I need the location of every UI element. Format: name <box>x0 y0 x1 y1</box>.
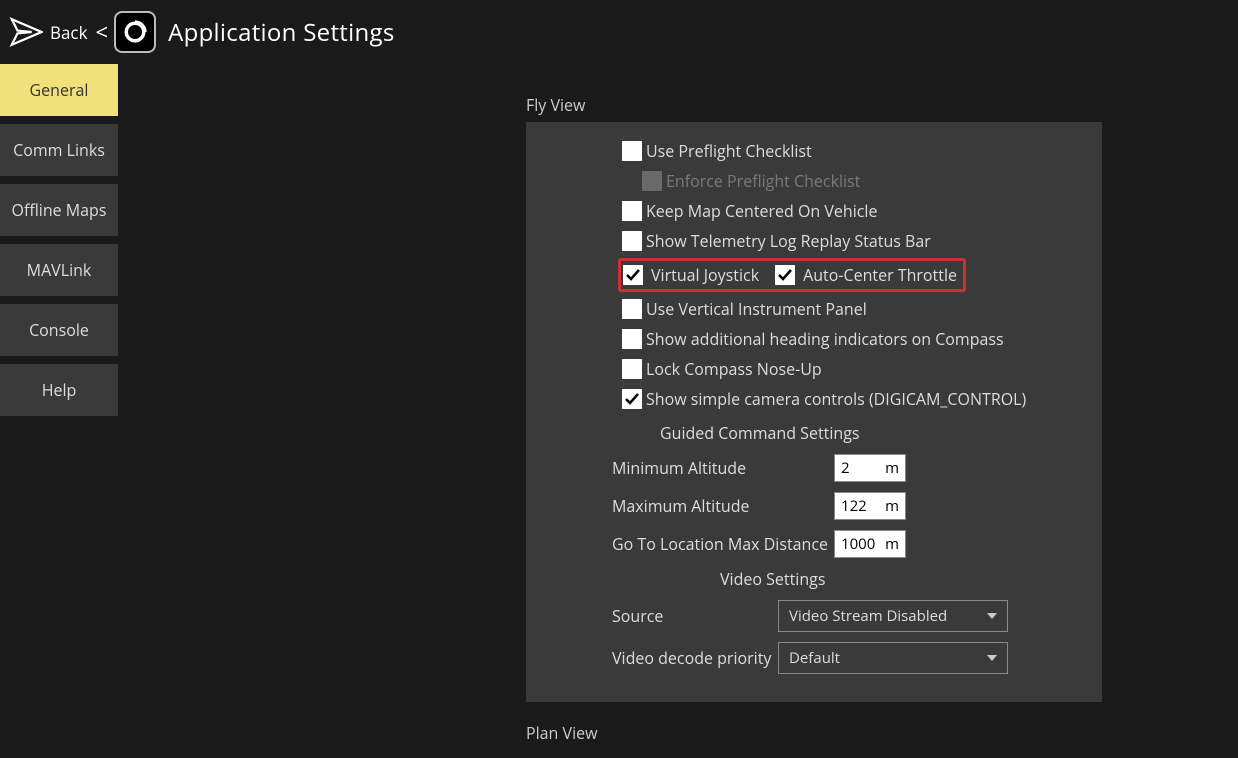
input-min-altitude[interactable]: 2 m <box>834 454 906 482</box>
input-max-altitude[interactable]: 122 m <box>834 492 906 520</box>
checkbox-auto-center-throttle[interactable] <box>775 265 795 285</box>
label-center-map: Keep Map Centered On Vehicle <box>646 200 877 222</box>
checkbox-telemetry-bar[interactable] <box>622 231 642 251</box>
sidebar: General Comm Links Offline Maps MAVLink … <box>0 64 118 758</box>
label-lock-compass: Lock Compass Nose-Up <box>646 358 822 380</box>
checkbox-vertical-instrument[interactable] <box>622 299 642 319</box>
input-goto-max[interactable]: 1000 m <box>834 530 906 558</box>
label-heading-indicators: Show additional heading indicators on Co… <box>646 328 1004 350</box>
label-video-decode: Video decode priority <box>612 647 778 669</box>
virtual-joystick-highlight: Virtual Joystick Auto-Center Throttle <box>618 258 966 292</box>
sidebar-item-comm-links[interactable]: Comm Links <box>0 124 118 176</box>
label-telemetry-bar: Show Telemetry Log Replay Status Bar <box>646 230 931 252</box>
paper-plane-icon[interactable] <box>6 12 46 52</box>
select-video-source[interactable]: Video Stream Disabled <box>778 600 1008 632</box>
flyview-header: Fly View <box>526 94 1238 116</box>
label-enforce-preflight: Enforce Preflight Checklist <box>666 170 860 192</box>
planview-header: Plan View <box>526 722 1238 744</box>
checkbox-center-map[interactable] <box>622 201 642 221</box>
checkbox-enforce-preflight <box>642 171 662 191</box>
checkbox-simple-camera[interactable] <box>622 389 642 409</box>
label-preflight: Use Preflight Checklist <box>646 140 812 162</box>
label-video-source: Source <box>612 605 778 627</box>
label-max-altitude: Maximum Altitude <box>612 495 834 517</box>
content-area: Fly View Use Preflight Checklist Enforce… <box>118 64 1238 758</box>
video-header: Video Settings <box>720 568 1088 590</box>
sidebar-item-console[interactable]: Console <box>0 304 118 356</box>
select-video-decode[interactable]: Default <box>778 642 1008 674</box>
sidebar-item-mavlink[interactable]: MAVLink <box>0 244 118 296</box>
checkbox-lock-compass[interactable] <box>622 359 642 379</box>
flyview-panel: Use Preflight Checklist Enforce Prefligh… <box>526 122 1102 702</box>
label-simple-camera: Show simple camera controls (DIGICAM_CON… <box>646 388 1026 410</box>
sidebar-item-offline-maps[interactable]: Offline Maps <box>0 184 118 236</box>
chevron-down-icon <box>987 655 997 661</box>
label-min-altitude: Minimum Altitude <box>612 457 834 479</box>
checkbox-preflight[interactable] <box>622 141 642 161</box>
qgc-logo-icon[interactable] <box>114 11 156 53</box>
guided-header: Guided Command Settings <box>660 422 1088 444</box>
label-auto-center-throttle: Auto-Center Throttle <box>803 264 957 286</box>
checkbox-virtual-joystick[interactable] <box>623 265 643 285</box>
label-goto-max: Go To Location Max Distance <box>612 533 834 555</box>
top-bar: Back < Application Settings <box>0 0 1238 64</box>
sidebar-item-help[interactable]: Help <box>0 364 118 416</box>
checkbox-heading-indicators[interactable] <box>622 329 642 349</box>
sidebar-item-general[interactable]: General <box>0 64 118 116</box>
back-caret-icon: < <box>96 17 109 47</box>
page-title: Application Settings <box>168 16 395 49</box>
label-vertical-instrument: Use Vertical Instrument Panel <box>646 298 867 320</box>
label-virtual-joystick: Virtual Joystick <box>651 264 759 286</box>
chevron-down-icon <box>987 613 997 619</box>
back-link[interactable]: Back <box>50 21 88 44</box>
